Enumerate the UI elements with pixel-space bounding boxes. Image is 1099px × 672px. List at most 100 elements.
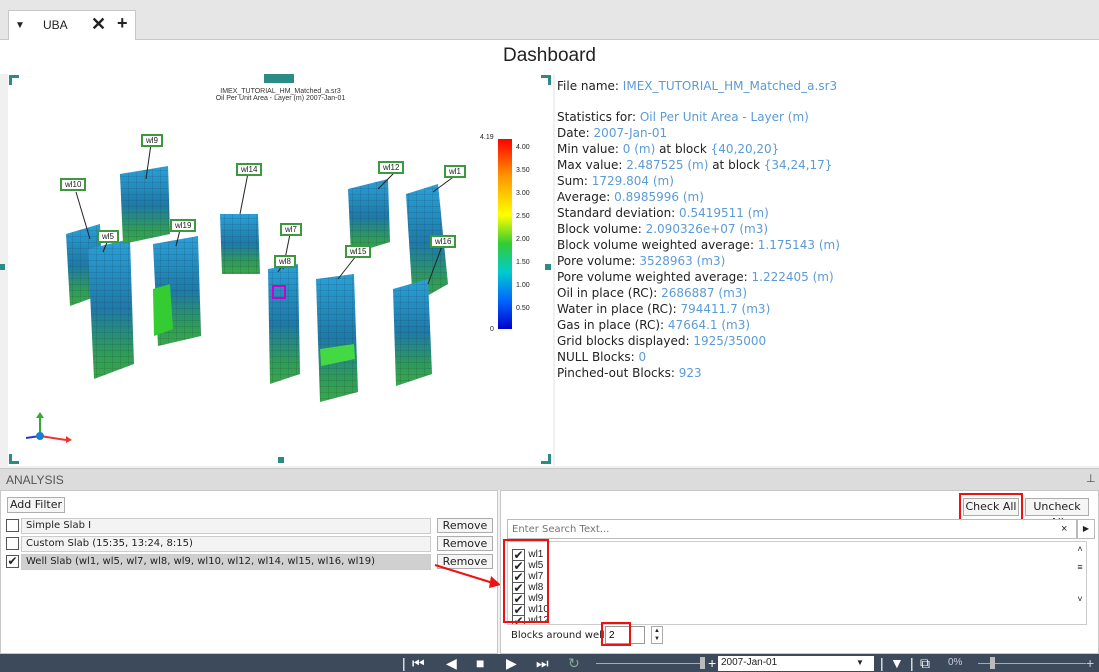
colorbar-tick: 3.50 [516, 167, 530, 174]
time-slider-thumb[interactable] [700, 657, 705, 669]
analysis-title: ANALYSIS [6, 473, 64, 487]
pore-volume-row: Pore volume: 3528963 (m3) [557, 254, 726, 268]
pore-volume-weighted-avg-row: Pore volume weighted average: 1.222405 (… [557, 270, 834, 284]
date-select[interactable]: 2007-Jan-01 ▼ [718, 656, 874, 671]
statistics-for-row: Statistics for: Oil Per Unit Area - Laye… [557, 110, 809, 124]
analysis-header: ANALYSIS ⊥ [0, 468, 1099, 490]
well-label[interactable]: wl10 [60, 178, 87, 191]
scroll-down-icon[interactable]: ˅ [1074, 594, 1086, 604]
separator: | [880, 655, 884, 671]
add-tab-icon[interactable]: + [117, 13, 128, 34]
remove-filter-button[interactable]: Remove [437, 536, 493, 551]
well-label[interactable]: wl19 [170, 219, 197, 232]
separator: | [402, 655, 406, 671]
reservoir-grid-render [66, 139, 512, 402]
pin-icon[interactable]: ⊥ [1086, 472, 1096, 485]
layers-icon[interactable]: ⧉ [920, 654, 930, 672]
colorbar-tick: 1.00 [516, 282, 530, 289]
pinched-out-blocks-row: Pinched-out Blocks: 923 [557, 366, 702, 380]
add-filter-button[interactable]: Add Filter [7, 497, 65, 513]
colorbar-tick: 3.00 [516, 190, 530, 197]
highlight-box [601, 622, 631, 646]
date-value: 2007-Jan-01 [721, 657, 778, 668]
grid-blocks-displayed-row: Grid blocks displayed: 1925/35000 [557, 334, 767, 348]
well-label[interactable]: wl1 [444, 165, 467, 178]
separator: | [910, 655, 914, 671]
well-label[interactable]: wl8 [274, 255, 297, 268]
filter-checkbox[interactable] [6, 537, 19, 550]
axis-triad-icon [25, 412, 72, 443]
opacity-value: 0% [948, 657, 963, 668]
file-name-row: File name: IMEX_TUTORIAL_HM_Matched_a.sr… [557, 79, 838, 93]
play-icon[interactable]: ▶ [506, 654, 517, 672]
scroll-thumb-icon[interactable]: ≡ [1074, 562, 1086, 572]
colorbar-tick: 0.50 [516, 305, 530, 312]
clear-search-icon[interactable]: × [1061, 523, 1067, 535]
block-volume-weighted-avg-row: Block volume weighted average: 1.175143 … [557, 238, 840, 252]
well-label[interactable]: wl14 [236, 163, 263, 176]
last-frame-icon[interactable]: ⏭ [536, 654, 549, 672]
grid-columns [66, 166, 448, 402]
close-tab-icon[interactable]: ✕ [91, 14, 106, 35]
search-input[interactable] [507, 519, 1077, 539]
null-blocks-row: NULL Blocks: 0 [557, 350, 647, 364]
page-title: Dashboard [0, 40, 1099, 74]
well-selection-pane: Check All Uncheck All × ▶ ✔ wl1 ✔ wl5 ✔ … [500, 490, 1099, 654]
colorbar-tick: 1.50 [516, 259, 530, 266]
uncheck-all-button[interactable]: Uncheck All [1025, 498, 1089, 529]
well-label[interactable]: wl7 [280, 223, 303, 236]
average-row: Average: 0.8985996 (m) [557, 190, 704, 204]
filter-checkbox-checked[interactable]: ✔ [6, 555, 19, 568]
resize-handle-right[interactable] [545, 264, 551, 270]
tab-menu-chevron-icon[interactable]: ▼ [15, 20, 25, 31]
add-frame-icon[interactable]: + [708, 654, 716, 672]
sum-row: Sum: 1729.804 (m) [557, 174, 674, 188]
block-volume-row: Block volume: 2.090326e+07 (m3) [557, 222, 769, 236]
chevron-down-icon[interactable]: ▼ [856, 656, 864, 670]
colorbar [498, 139, 512, 329]
colorbar-max-label: 4.19 [480, 134, 494, 141]
playback-toolbar: | ⏮ ◀ ■ ▶ ⏭ ↻ + 2007-Jan-01 ▼ | ▼ | ⧉ 0%… [0, 654, 1099, 672]
well-list: ✔ wl1 ✔ wl5 ✔ wl7 ✔ wl8 ✔ wl9 ✔ wl10 ✔ w… [507, 541, 1087, 625]
highlight-box [503, 539, 549, 623]
well-label[interactable]: wl9 [141, 134, 164, 147]
well-label[interactable]: wl5 [97, 230, 120, 243]
filter-row-selected[interactable]: Well Slab (wl1, wl5, wl7, wl8, wl9, wl10… [21, 554, 431, 570]
tab-label: UBA [43, 18, 68, 32]
tab-bar: ▼ UBA ✕ + [0, 0, 1099, 40]
tab-uba[interactable]: ▼ UBA ✕ + [8, 10, 136, 40]
opacity-slider-thumb[interactable] [990, 657, 995, 669]
filter-checkbox[interactable] [6, 519, 19, 532]
stepper-arrows-icon[interactable]: ▲ ▼ [651, 626, 663, 644]
colorbar-tick: 2.00 [516, 236, 530, 243]
resize-handle-bottom[interactable] [278, 457, 284, 463]
first-frame-icon[interactable]: ⏮ [412, 654, 425, 672]
colorbar-min-label: 0 [490, 326, 494, 333]
filter-icon[interactable]: ▼ [890, 654, 904, 672]
reservoir-3d-view[interactable]: IMEX_TUTORIAL_HM_Matched_a.sr3 Oil Per U… [0, 74, 553, 466]
statistics-panel: File name: IMEX_TUTORIAL_HM_Matched_a.sr… [555, 74, 1099, 466]
stop-icon[interactable]: ■ [476, 654, 484, 672]
remove-filter-button[interactable]: Remove [437, 518, 493, 533]
max-value-row: Max value: 2.487525 (m) at block {34,24,… [557, 158, 833, 172]
resize-handle-left[interactable] [0, 264, 5, 270]
well-label[interactable]: wl12 [378, 161, 405, 174]
opacity-plus-icon[interactable]: + [1086, 654, 1094, 672]
filter-row[interactable]: Simple Slab I [21, 518, 431, 534]
colorbar-tick: 2.50 [516, 213, 530, 220]
annotation-arrow [434, 564, 501, 588]
gas-in-place-row: Gas in place (RC): 47664.1 (m3) [557, 318, 751, 332]
step-back-icon[interactable]: ◀ [446, 654, 457, 672]
scroll-up-icon[interactable]: ˄ [1074, 544, 1086, 554]
well-label[interactable]: wl16 [430, 235, 457, 248]
well-list-scrollbar[interactable]: ˄ ≡ ˅ [1074, 544, 1086, 622]
std-dev-row: Standard deviation: 0.5419511 (m) [557, 206, 769, 220]
filter-row[interactable]: Custom Slab (15:35, 13:24, 8:15) [21, 536, 431, 552]
filter-list-pane: Add Filter Simple Slab I Remove Custom S… [0, 490, 501, 654]
loop-icon[interactable]: ↻ [568, 654, 580, 672]
search-go-icon[interactable]: ▶ [1077, 519, 1095, 539]
time-slider[interactable] [596, 663, 704, 664]
highlight-box [959, 493, 1023, 521]
date-row: Date: 2007-Jan-01 [557, 126, 668, 140]
well-label[interactable]: wl15 [345, 245, 372, 258]
